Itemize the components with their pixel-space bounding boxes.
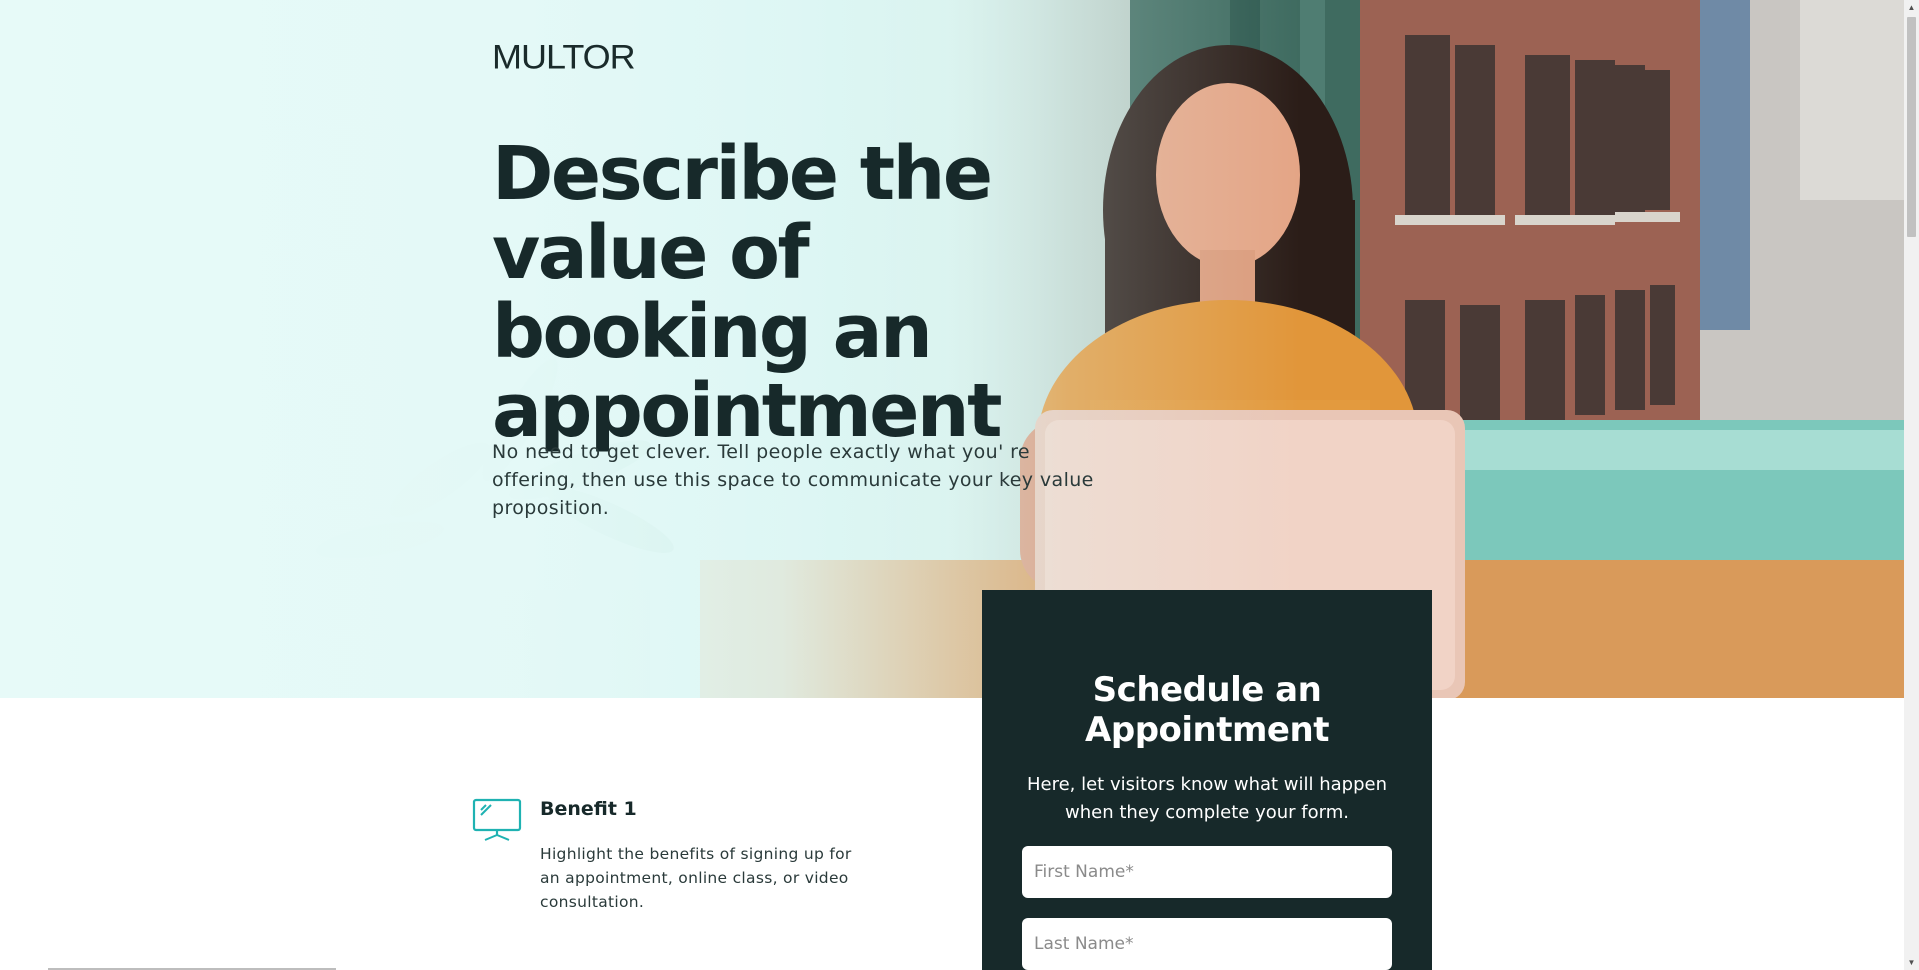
scroll-down-icon[interactable]: ▼: [1904, 955, 1919, 970]
monitor-icon: [472, 798, 522, 841]
appointment-form: Schedule an Appointment Here, let visito…: [982, 590, 1432, 970]
hero-section: MULTOR Describe the value of booking an …: [0, 0, 1904, 698]
scrollbar-thumb[interactable]: [1907, 17, 1916, 237]
benefit-title: Benefit 1: [540, 798, 637, 820]
page-scrollbar[interactable]: ▲ ▼: [1904, 0, 1919, 970]
hero-subtitle: No need to get clever. Tell people exact…: [492, 441, 1094, 519]
landing-page: MULTOR Describe the value of booking an …: [0, 0, 1919, 970]
last-name-input[interactable]: [1022, 918, 1392, 970]
page-title: Describe the value of booking an appoint…: [492, 131, 1003, 454]
form-description: Here, let visitors know what will happen…: [1026, 774, 1388, 823]
scroll-up-icon[interactable]: ▲: [1904, 0, 1919, 15]
first-name-input[interactable]: [1022, 846, 1392, 898]
logo[interactable]: MULTOR: [492, 37, 636, 77]
benefit-description: Highlight the benefits of signing up for…: [540, 845, 852, 911]
benefit-item: Benefit 1 Highlight the benefits of sign…: [472, 796, 872, 916]
form-title: Schedule an Appointment: [1085, 670, 1329, 750]
